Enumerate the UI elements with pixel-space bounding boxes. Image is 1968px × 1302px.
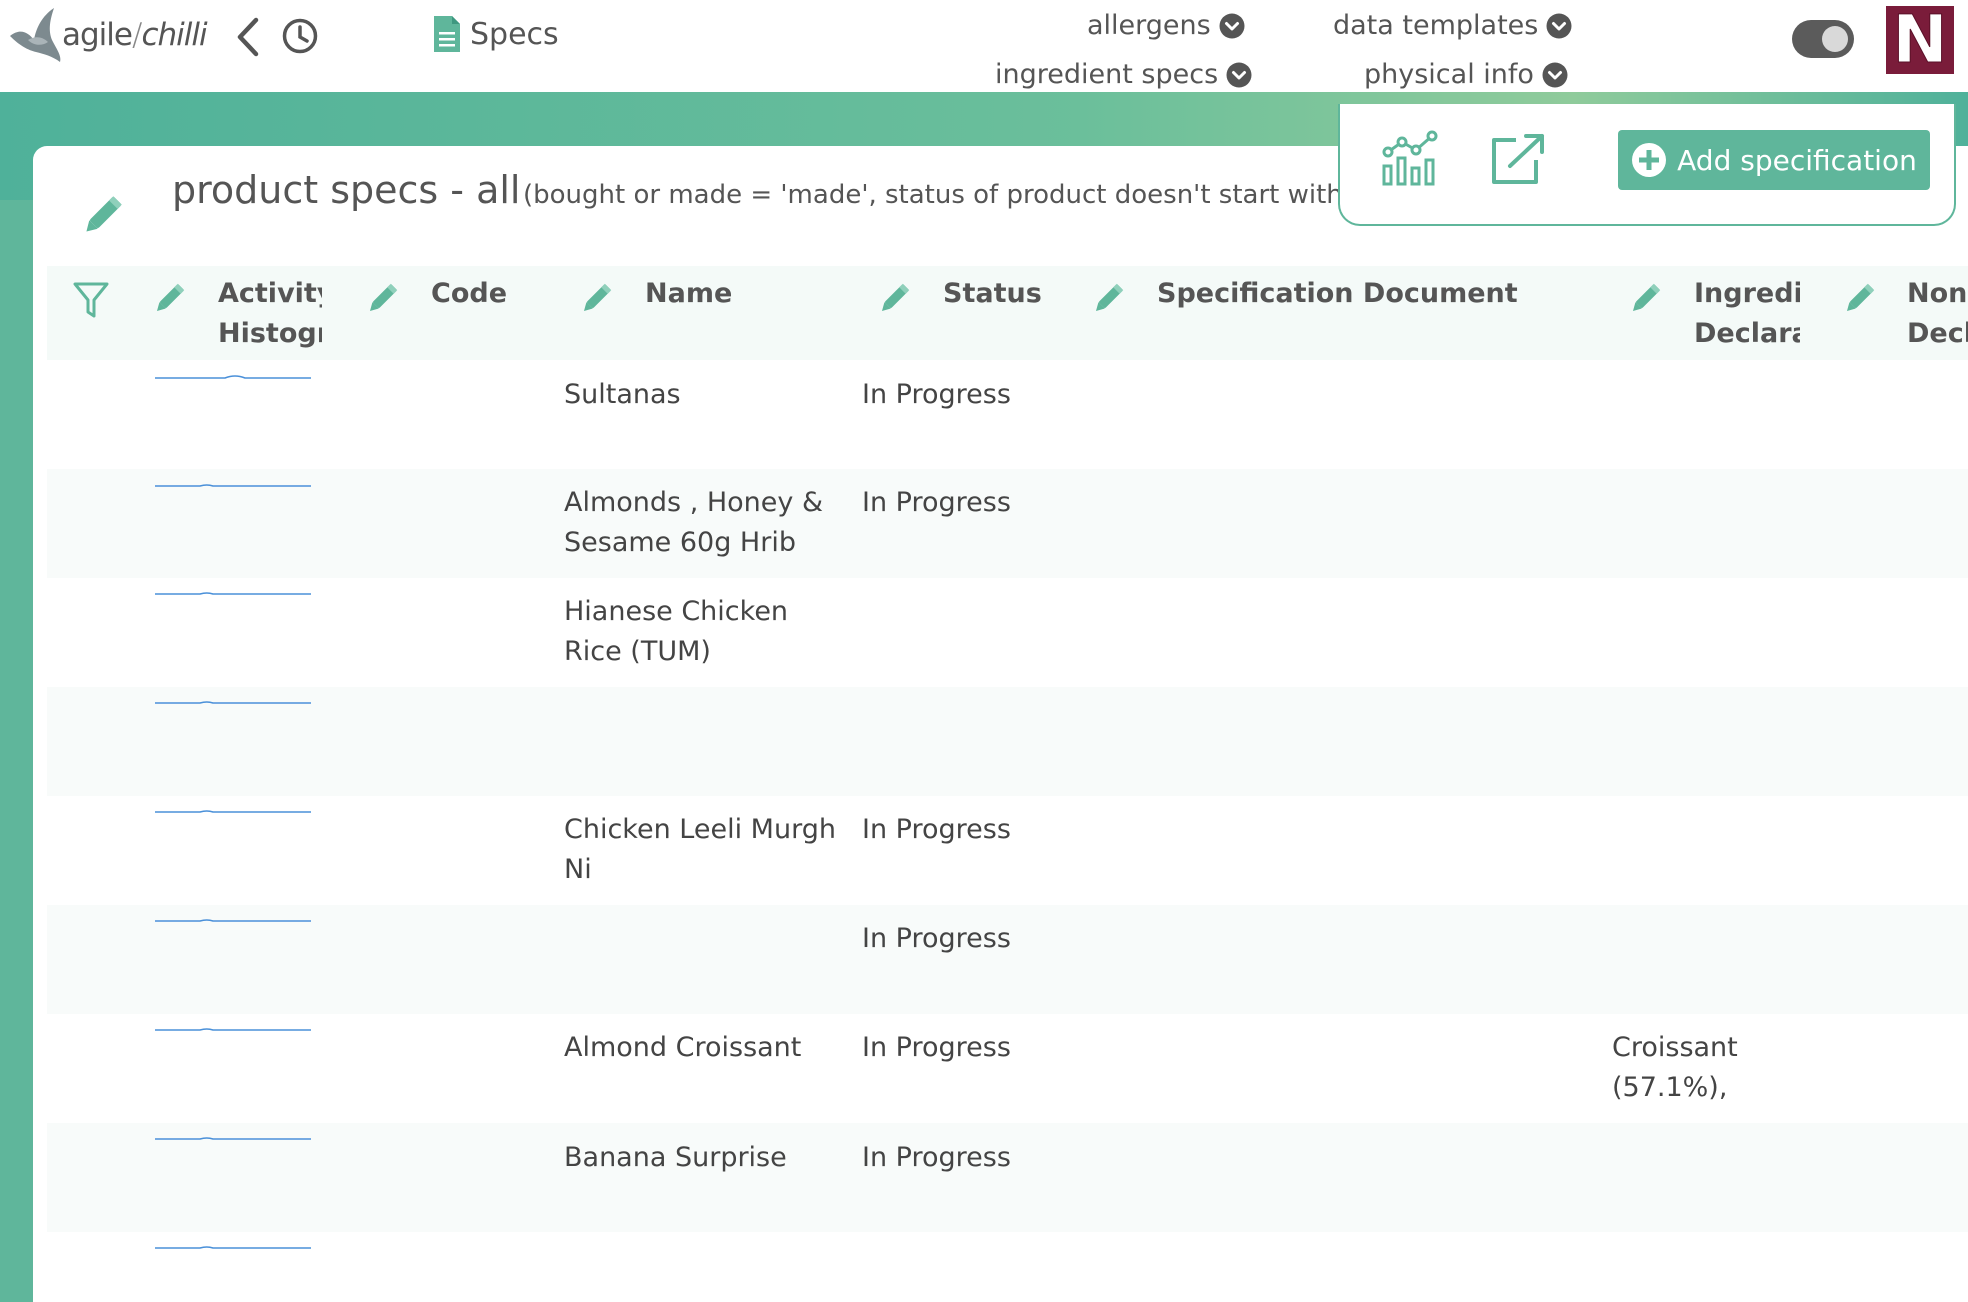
row-status-cell: In Progress bbox=[862, 379, 1011, 410]
col-header-activity-histogram[interactable]: Activity Histogra bbox=[218, 274, 322, 354]
row-name-line1: Chicken Leeli Murgh bbox=[564, 814, 836, 845]
row-name-line1: Almond Croissant bbox=[564, 1032, 802, 1063]
menu-allergens[interactable]: allergens bbox=[1087, 10, 1245, 41]
chart-analytics-icon[interactable] bbox=[1380, 130, 1440, 188]
row-status-cell: In Progress bbox=[862, 923, 1011, 954]
row-name-line2: Sesame 60g Hrib bbox=[564, 527, 796, 558]
menu-data-templates-label: data templates bbox=[1333, 10, 1539, 41]
row-name-cell: Hianese Chicken Rice (TUM) bbox=[564, 592, 788, 672]
row-name-cell: Banana Surprise bbox=[564, 1138, 787, 1178]
chevron-down-circle-icon bbox=[1542, 62, 1568, 87]
row-status-cell: In Progress bbox=[862, 814, 1011, 845]
avatar-letter: N bbox=[1892, 1, 1948, 78]
bird-logo-icon bbox=[10, 8, 61, 62]
page-filter-text: (bought or made = 'made', status of prod… bbox=[523, 180, 1393, 210]
table-row[interactable] bbox=[47, 687, 1968, 796]
plus-circle-icon bbox=[1632, 143, 1667, 177]
specs-nav-link[interactable]: Specs bbox=[432, 14, 559, 54]
row-name-line2: Rice (TUM) bbox=[564, 636, 711, 667]
row-name-cell: Chicken Leeli Murgh Ni bbox=[564, 810, 836, 890]
col-header-ingredient-declaration[interactable]: Ingredie Declarat bbox=[1694, 274, 1800, 354]
col-header-activity-line2: Histogra bbox=[218, 318, 322, 349]
row-status-cell: In Progress bbox=[862, 1142, 1011, 1173]
col-header-ingredient-line1: Ingredie bbox=[1694, 278, 1800, 309]
row-name-line1: Banana Surprise bbox=[564, 1142, 787, 1173]
column-edit-pencil-icon[interactable] bbox=[150, 280, 188, 318]
edit-pencil-icon[interactable] bbox=[76, 190, 128, 242]
menu-data-templates[interactable]: data templates bbox=[1333, 10, 1572, 41]
row-status-cell: In Progress bbox=[862, 487, 1011, 518]
add-specification-button[interactable]: Add specification bbox=[1618, 130, 1930, 190]
col-header-status[interactable]: Status bbox=[943, 274, 1042, 314]
menu-physical-info-label: physical info bbox=[1364, 59, 1534, 90]
app-logo[interactable]: agile/chilli bbox=[6, 6, 208, 64]
row-name-cell: Almonds , Honey & Sesame 60g Hrib bbox=[564, 483, 823, 563]
activity-sparkline bbox=[155, 1028, 311, 1031]
table-row[interactable] bbox=[47, 578, 1968, 687]
menu-allergens-label: allergens bbox=[1087, 10, 1211, 41]
chevron-down-circle-icon bbox=[1226, 62, 1252, 87]
row-name-cell: Sultanas bbox=[564, 375, 681, 415]
row-name-line1: Almonds , Honey & bbox=[564, 487, 824, 518]
table-row[interactable] bbox=[47, 1232, 1968, 1302]
column-edit-pencil-icon[interactable] bbox=[875, 280, 913, 318]
mode-toggle[interactable] bbox=[1792, 20, 1854, 58]
back-chevron-icon[interactable] bbox=[232, 16, 262, 58]
col-header-code[interactable]: Code bbox=[431, 274, 507, 314]
column-edit-pencil-icon[interactable] bbox=[1089, 280, 1127, 318]
row-ingredient-cell: Croissant (57.1%), bbox=[1612, 1028, 1738, 1108]
chevron-down-circle-icon bbox=[1219, 13, 1245, 38]
external-link-icon[interactable] bbox=[1488, 132, 1546, 186]
logo-text-agile: agile bbox=[62, 17, 133, 53]
chevron-down-circle-icon bbox=[1546, 13, 1572, 38]
menu-ingredient-specs[interactable]: ingredient specs bbox=[995, 59, 1252, 90]
column-edit-pencil-icon[interactable] bbox=[363, 280, 401, 318]
activity-sparkline bbox=[155, 592, 311, 595]
activity-sparkline bbox=[155, 919, 311, 922]
row-ingredient-line2: (57.1%), bbox=[1612, 1072, 1728, 1103]
column-edit-pencil-icon[interactable] bbox=[1840, 280, 1878, 318]
document-icon bbox=[434, 16, 460, 52]
activity-sparkline bbox=[155, 1137, 311, 1140]
col-header-specification-document[interactable]: Specification Document bbox=[1157, 274, 1518, 314]
activity-sparkline bbox=[155, 701, 311, 704]
user-avatar[interactable]: N bbox=[1886, 6, 1954, 74]
filter-funnel-icon[interactable] bbox=[72, 280, 110, 320]
col-header-non-declaration[interactable]: Non- Decla bbox=[1907, 274, 1968, 354]
menu-physical-info[interactable]: physical info bbox=[1364, 59, 1568, 90]
col-header-non-line1: Non- bbox=[1907, 278, 1968, 309]
page-title: product specs - all bbox=[172, 168, 521, 212]
menu-ingredient-specs-label: ingredient specs bbox=[995, 59, 1219, 90]
col-header-ingredient-line2: Declarat bbox=[1694, 318, 1800, 349]
logo-text-chilli: chilli bbox=[141, 17, 207, 53]
col-header-non-line2: Decla bbox=[1907, 318, 1968, 349]
specs-label: Specs bbox=[470, 16, 559, 52]
row-status-cell: In Progress bbox=[862, 1032, 1011, 1063]
row-name-line1: Hianese Chicken bbox=[564, 596, 789, 627]
col-header-name[interactable]: Name bbox=[645, 274, 732, 314]
left-band-strip bbox=[0, 200, 33, 1302]
col-header-activity-line1: Activity bbox=[218, 278, 322, 309]
activity-sparkline bbox=[155, 484, 311, 487]
column-edit-pencil-icon[interactable] bbox=[1626, 280, 1664, 318]
row-ingredient-line1: Croissant bbox=[1612, 1032, 1738, 1063]
row-name-line2: Ni bbox=[564, 854, 592, 885]
row-name-cell: Almond Croissant bbox=[564, 1028, 801, 1068]
top-bar: agile/chilli Specs allergens data templa… bbox=[0, 0, 1968, 92]
add-specification-label: Add specification bbox=[1677, 143, 1917, 177]
history-clock-icon[interactable] bbox=[281, 17, 319, 55]
row-name-line1: Sultanas bbox=[564, 379, 681, 410]
activity-sparkline bbox=[155, 810, 311, 813]
column-edit-pencil-icon[interactable] bbox=[577, 280, 615, 318]
activity-sparkline bbox=[155, 375, 311, 379]
activity-sparkline bbox=[155, 1246, 311, 1249]
